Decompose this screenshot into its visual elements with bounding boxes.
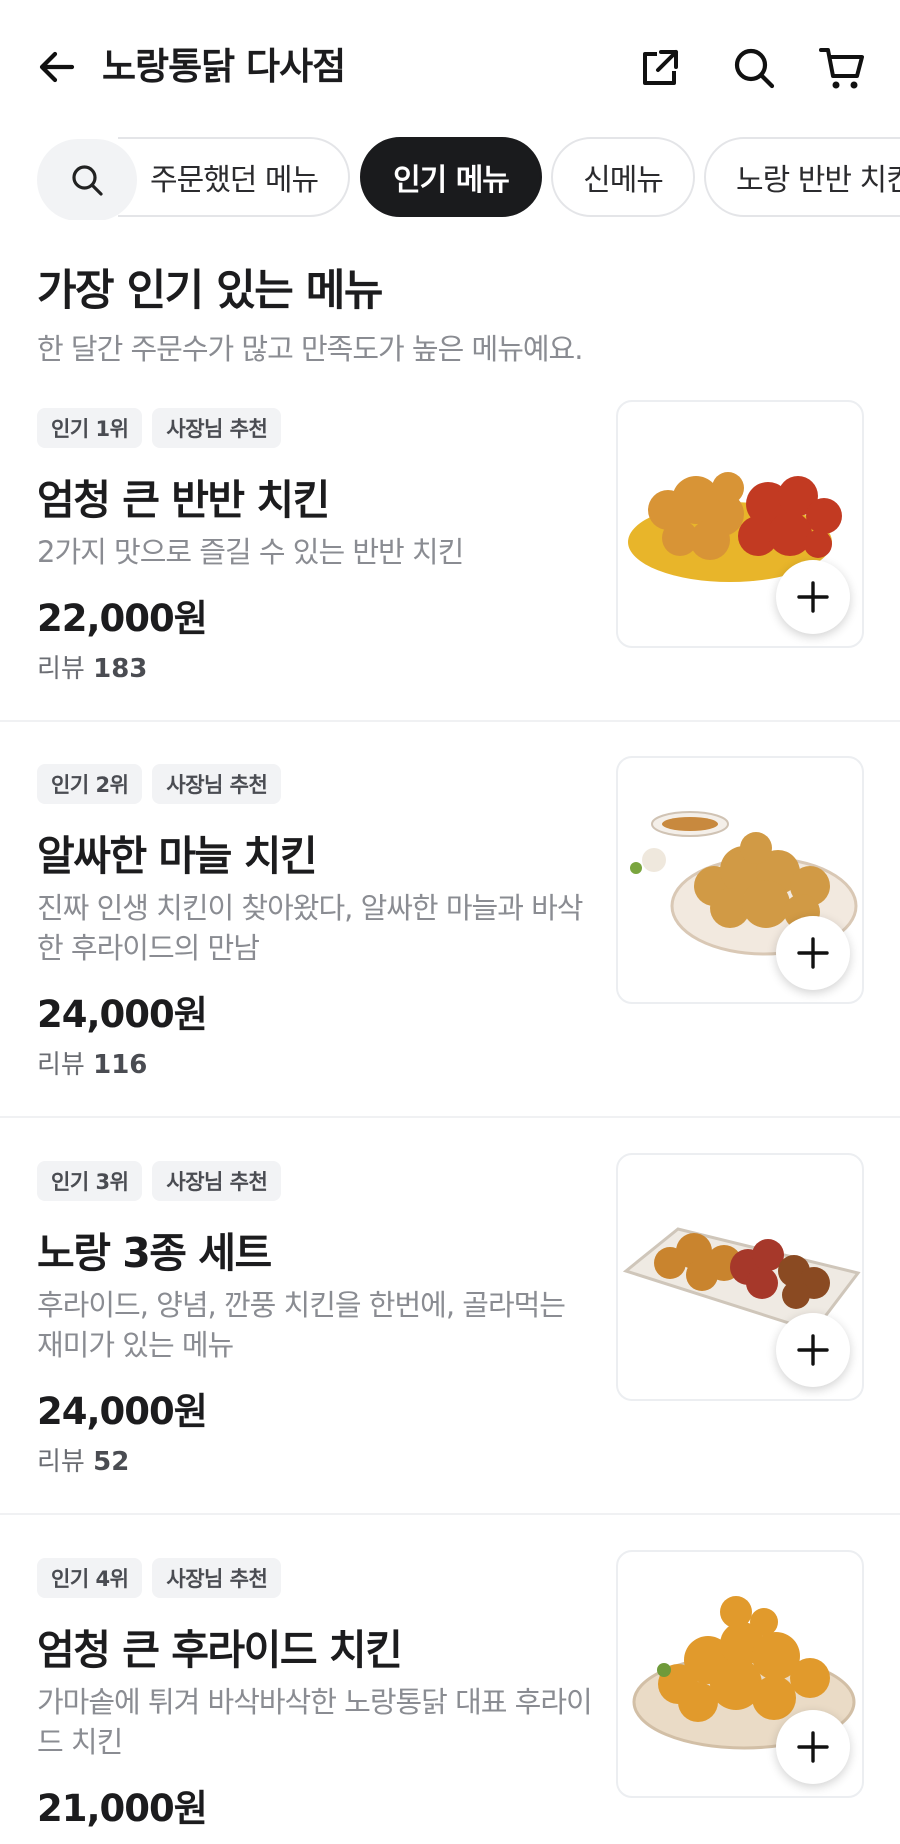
item-review: 리뷰 52 — [37, 1441, 129, 1478]
chip-new-menu[interactable]: 신메뉴 — [551, 137, 695, 217]
item-price: 21,000원 — [37, 1787, 208, 1830]
section-title: 가장 인기 있는 메뉴 — [37, 266, 383, 316]
plus-icon — [797, 1731, 829, 1763]
item-description: 진짜 인생 치킨이 찾아왔다, 알싸한 마늘과 바삭한 후라이드의 만남 — [37, 891, 583, 965]
divider — [0, 720, 900, 722]
back-button[interactable] — [34, 44, 80, 90]
chip-popular-menu[interactable]: 인기 메뉴 — [360, 137, 542, 217]
divider — [0, 1116, 900, 1118]
recommend-badge: 사장님 추천 — [152, 1161, 282, 1201]
review-count: 116 — [93, 1050, 148, 1080]
item-name: 노랑 3종 세트 — [37, 1229, 272, 1277]
chip-ordered-menu[interactable]: 주문했던 메뉴 — [118, 137, 350, 217]
section-subtitle: 한 달간 주문수가 많고 만족도가 높은 메뉴예요. — [37, 332, 583, 366]
item-name: 알싸한 마늘 치킨 — [37, 832, 318, 880]
plus-icon — [797, 581, 829, 613]
category-tabs: 주문했던 메뉴 인기 메뉴 신메뉴 노랑 반반 치킨 — [0, 136, 900, 220]
review-label: 리뷰 — [37, 1050, 85, 1080]
recommend-badge: 사장님 추천 — [152, 408, 282, 448]
plus-icon — [797, 1334, 829, 1366]
store-title: 노랑통닭 다사점 — [102, 45, 346, 88]
divider — [0, 1513, 900, 1515]
recommend-badge: 사장님 추천 — [152, 764, 282, 804]
rank-badge: 인기 2위 — [37, 764, 143, 804]
item-name: 엄청 큰 후라이드 치킨 — [37, 1626, 403, 1674]
review-label: 리뷰 — [37, 654, 85, 684]
search-button[interactable] — [730, 44, 778, 92]
item-price: 24,000원 — [37, 1390, 208, 1433]
search-icon — [72, 165, 103, 196]
item-badges: 인기 3위 사장님 추천 — [37, 1161, 282, 1201]
recommend-badge: 사장님 추천 — [152, 1558, 282, 1598]
menu-item[interactable]: 인기 3위 사장님 추천 노랑 3종 세트 후라이드, 양념, 깐풍 치킨을 한… — [0, 1153, 900, 1515]
chip-search-button[interactable] — [37, 139, 137, 220]
item-description: 가마솥에 튀겨 바삭바삭한 노랑통닭 대표 후라이드 치킨 — [37, 1685, 593, 1759]
app-header: 노랑통닭 다사점 — [0, 0, 900, 136]
item-description: 후라이드, 양념, 깐풍 치킨을 한번에, 골라먹는 재미가 있는 메뉴 — [37, 1288, 566, 1362]
rank-badge: 인기 4위 — [37, 1558, 143, 1598]
search-icon — [734, 48, 775, 89]
share-icon — [643, 50, 678, 85]
item-review: 리뷰 183 — [37, 648, 147, 685]
item-price: 24,000원 — [37, 993, 208, 1036]
menu-item[interactable]: 인기 1위 사장님 추천 엄청 큰 반반 치킨 2가지 맛으로 즐길 수 있는 … — [0, 400, 900, 722]
add-to-cart-button[interactable] — [776, 916, 850, 990]
rank-badge: 인기 1위 — [37, 408, 143, 448]
add-to-cart-button[interactable] — [776, 1710, 850, 1784]
share-button[interactable] — [636, 44, 684, 92]
item-price: 22,000원 — [37, 597, 208, 640]
review-count: 52 — [93, 1447, 130, 1477]
item-review: 리뷰 116 — [37, 1044, 147, 1081]
add-to-cart-button[interactable] — [776, 1313, 850, 1387]
plus-icon — [797, 937, 829, 969]
menu-item[interactable]: 인기 2위 사장님 추천 알싸한 마늘 치킨 진짜 인생 치킨이 찾아왔다, 알… — [0, 756, 900, 1118]
item-badges: 인기 4위 사장님 추천 — [37, 1558, 282, 1598]
menu-item[interactable]: 인기 4위 사장님 추천 엄청 큰 후라이드 치킨 가마솥에 튀겨 바삭바삭한 … — [0, 1550, 900, 1844]
item-name: 엄청 큰 반반 치킨 — [37, 476, 330, 524]
cart-icon — [819, 48, 864, 89]
add-to-cart-button[interactable] — [776, 560, 850, 634]
back-arrow-icon — [39, 51, 75, 83]
item-badges: 인기 1위 사장님 추천 — [37, 408, 282, 448]
item-badges: 인기 2위 사장님 추천 — [37, 764, 282, 804]
item-description: 2가지 맛으로 즐길 수 있는 반반 치킨 — [37, 535, 464, 569]
cart-button[interactable] — [818, 44, 866, 92]
rank-badge: 인기 3위 — [37, 1161, 143, 1201]
review-label: 리뷰 — [37, 1447, 85, 1477]
chip-half-half[interactable]: 노랑 반반 치킨 — [704, 137, 900, 217]
review-count: 183 — [93, 654, 148, 684]
